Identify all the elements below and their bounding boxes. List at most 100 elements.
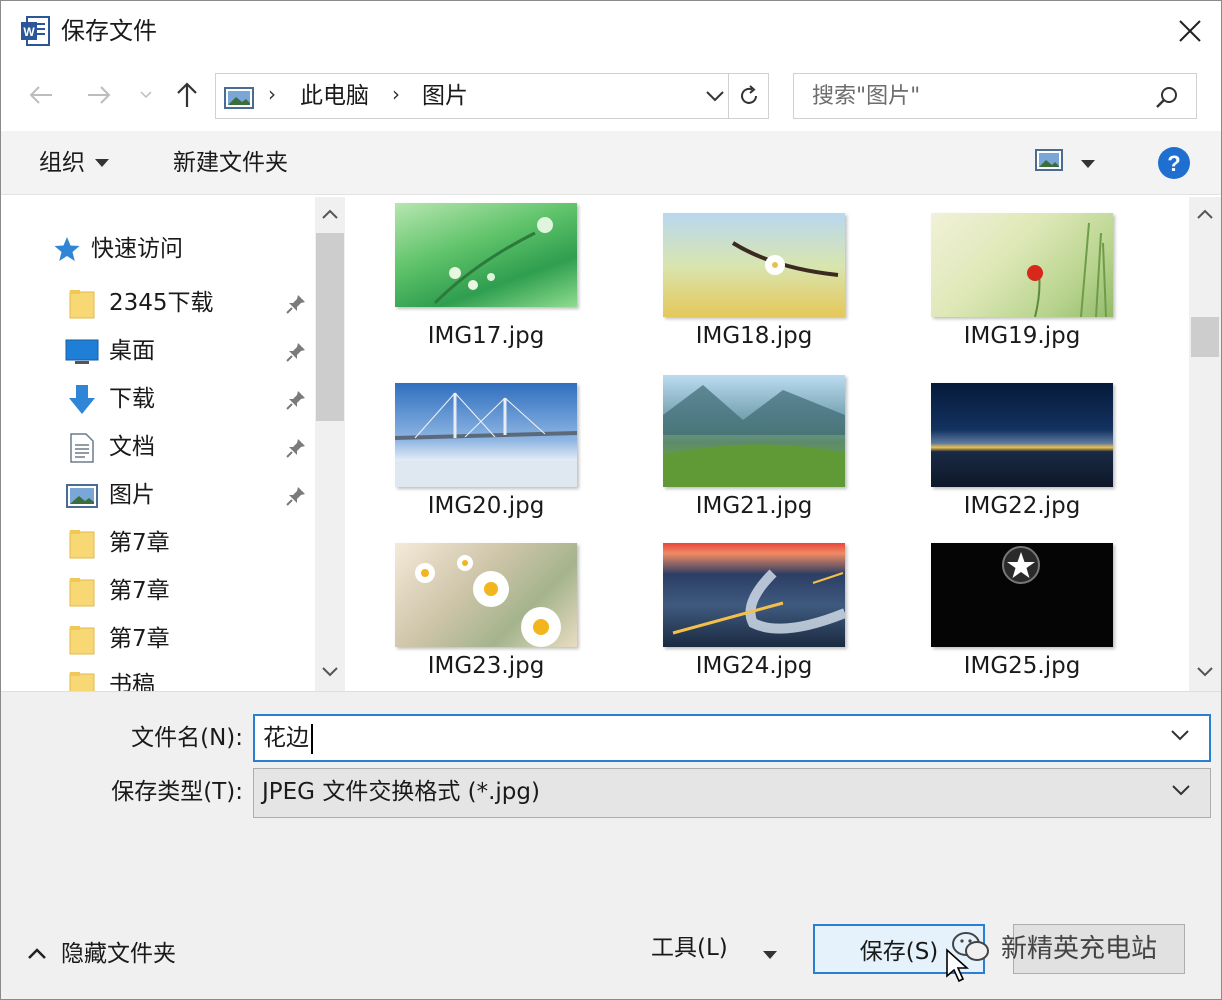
folder-icon — [65, 575, 99, 609]
sidebar-item-documents[interactable]: 文档 — [1, 425, 315, 469]
desktop-icon — [65, 335, 99, 369]
file-tile-img18[interactable]: IMG18.jpg — [659, 213, 849, 373]
scrollbar-thumb[interactable] — [316, 233, 344, 421]
window-title: 保存文件 — [61, 17, 157, 45]
view-options-button[interactable] — [1081, 153, 1095, 172]
hide-folders-label: 隐藏文件夹 — [61, 941, 176, 967]
filetype-label: 保存类型(T): — [111, 779, 243, 805]
breadcrumb-this-pc[interactable]: 此电脑 — [300, 81, 369, 111]
up-button[interactable] — [167, 75, 207, 115]
filetype-dropdown-button[interactable] — [1172, 781, 1190, 800]
arrow-right-icon — [88, 86, 111, 104]
sidebar-item-chapter7-a[interactable]: 第7章 — [1, 521, 315, 565]
new-folder-button[interactable]: 新建文件夹 — [173, 147, 288, 179]
pin-icon[interactable] — [285, 437, 307, 463]
file-thumbnail — [395, 203, 577, 307]
search-box[interactable]: 搜索"图片" — [793, 73, 1197, 119]
pin-icon[interactable] — [285, 341, 307, 367]
breadcrumb-pictures[interactable]: 图片 — [422, 81, 468, 111]
file-tile-img23[interactable]: IMG23.jpg — [391, 543, 581, 691]
sidebar-item-chapter7-c[interactable]: 第7章 — [1, 617, 315, 661]
address-dropdown-button[interactable] — [698, 74, 732, 118]
file-name: IMG24.jpg — [695, 653, 813, 679]
file-tile-img24[interactable]: IMG24.jpg — [659, 543, 849, 691]
scroll-up-icon[interactable] — [1196, 205, 1214, 224]
tools-menu-button[interactable]: 工具(L) — [651, 932, 728, 964]
file-tile-img21[interactable]: IMG21.jpg — [659, 375, 849, 535]
file-name: IMG20.jpg — [427, 493, 545, 519]
sidebar-item-downloads[interactable]: 下载 — [1, 377, 315, 421]
file-tile-img20[interactable]: IMG20.jpg — [391, 383, 581, 543]
search-icon[interactable] — [1154, 84, 1180, 114]
back-button[interactable] — [21, 75, 61, 115]
refresh-button[interactable] — [728, 74, 768, 118]
pin-icon[interactable] — [285, 293, 307, 319]
file-tile-img17[interactable]: IMG17.jpg — [391, 203, 581, 363]
scrollbar-thumb[interactable] — [1191, 317, 1219, 357]
help-button[interactable]: ? — [1157, 146, 1191, 184]
sidebar-item-label: 第7章 — [109, 626, 170, 652]
file-name: IMG25.jpg — [963, 653, 1081, 679]
sidebar-item-2345-download[interactable]: 2345下载 — [1, 281, 315, 325]
view-icon — [1035, 149, 1063, 171]
document-icon — [65, 431, 99, 465]
sidebar-item-label: 桌面 — [109, 338, 155, 364]
search-placeholder: 搜索"图片" — [812, 84, 921, 109]
caret-down-icon — [1081, 160, 1095, 168]
change-view-button[interactable] — [1035, 149, 1063, 175]
file-thumbnail — [663, 375, 845, 487]
file-name: IMG17.jpg — [427, 323, 545, 349]
pictures-icon — [65, 479, 99, 513]
address-bar[interactable]: › 此电脑 › 图片 — [215, 73, 769, 119]
sidebar-item-desktop[interactable]: 桌面 — [1, 329, 315, 373]
sidebar-item-manuscript[interactable]: 书稿 — [1, 663, 315, 691]
file-thumbnail — [931, 213, 1113, 317]
recent-locations-button[interactable] — [131, 75, 161, 115]
sidebar-item-chapter7-b[interactable]: 第7章 — [1, 569, 315, 613]
pin-icon[interactable] — [285, 389, 307, 415]
file-tile-img22[interactable]: IMG22.jpg — [927, 383, 1117, 543]
chevron-down-icon — [1171, 730, 1189, 741]
sidebar-item-label: 第7章 — [109, 530, 170, 556]
sidebar-item-label: 下载 — [109, 386, 155, 412]
file-tile-img19[interactable]: IMG19.jpg — [927, 213, 1117, 373]
cancel-button[interactable] — [1013, 924, 1185, 974]
file-thumbnail — [663, 543, 845, 647]
close-icon — [1179, 20, 1201, 42]
chevron-down-icon — [706, 91, 724, 102]
file-thumbnail — [931, 383, 1113, 487]
tools-dropdown-button[interactable] — [763, 944, 777, 963]
filename-input[interactable]: 花边 — [253, 714, 1211, 762]
arrow-left-icon — [29, 86, 52, 104]
navigation-pane-scrollbar[interactable] — [315, 197, 345, 691]
star-icon — [54, 237, 80, 261]
hide-folders-toggle[interactable]: 隐藏文件夹 — [27, 938, 176, 970]
breadcrumb-separator: › — [268, 82, 276, 106]
forward-button[interactable] — [79, 75, 119, 115]
organize-label: 组织 — [39, 150, 85, 176]
folder-icon — [65, 287, 99, 321]
pin-icon[interactable] — [285, 485, 307, 511]
filetype-select[interactable]: JPEG 文件交换格式 (*.jpg) — [253, 768, 1211, 818]
quick-access-label: 快速访问 — [91, 236, 183, 262]
organize-menu-button[interactable]: 组织 — [39, 147, 109, 179]
caret-down-icon — [763, 951, 777, 959]
sidebar-item-pictures[interactable]: 图片 — [1, 473, 315, 517]
sidebar-item-label: 第7章 — [109, 578, 170, 604]
close-button[interactable] — [1165, 11, 1215, 51]
save-button-label: 保存(S) — [859, 939, 939, 965]
file-thumbnail — [395, 383, 577, 487]
scroll-down-icon[interactable] — [321, 663, 339, 682]
file-name: IMG21.jpg — [695, 493, 813, 519]
folder-icon — [65, 669, 99, 691]
file-list-scrollbar[interactable] — [1189, 197, 1221, 691]
scroll-down-icon[interactable] — [1196, 663, 1214, 682]
scroll-up-icon[interactable] — [321, 205, 339, 224]
file-tile-img25[interactable]: IMG25.jpg — [927, 543, 1117, 691]
title-bar: W 保存文件 — [1, 1, 1221, 61]
sidebar-item-label: 2345下载 — [109, 290, 214, 316]
filename-dropdown-button[interactable] — [1171, 726, 1189, 745]
file-thumbnail — [395, 543, 577, 647]
quick-access-node[interactable]: 快速访问 — [53, 233, 183, 265]
chevron-down-icon — [1172, 785, 1190, 796]
